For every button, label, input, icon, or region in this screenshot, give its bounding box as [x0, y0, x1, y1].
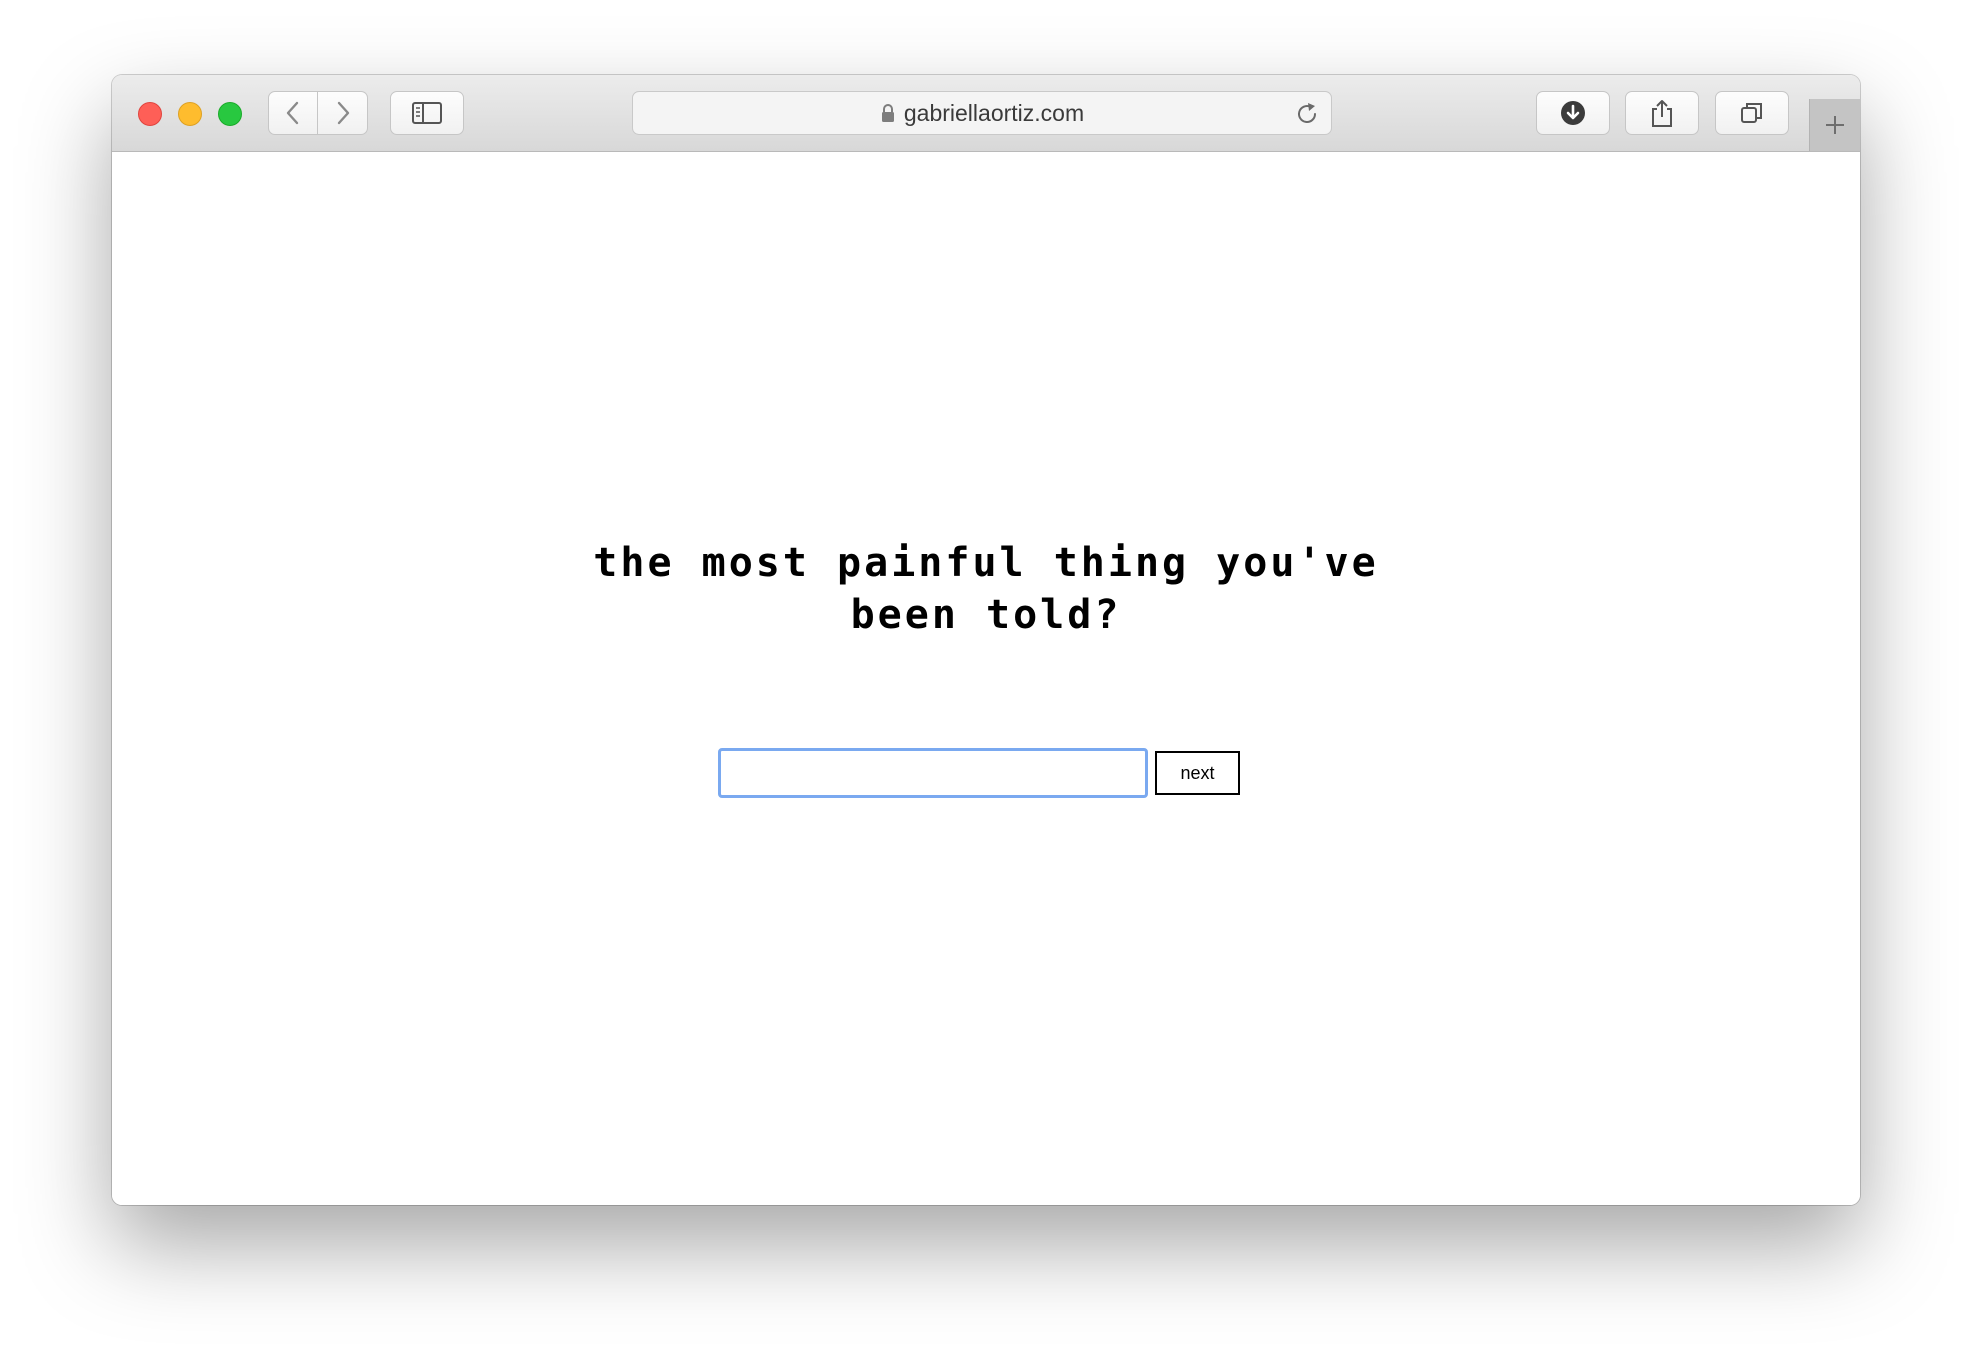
plus-icon — [1826, 116, 1844, 134]
maximize-window-button[interactable] — [218, 102, 242, 126]
back-button[interactable] — [268, 91, 318, 135]
page-content: the most painful thing you've been told?… — [112, 152, 1860, 1205]
forward-button[interactable] — [318, 91, 368, 135]
downloads-button[interactable] — [1536, 91, 1610, 135]
share-button[interactable] — [1625, 91, 1699, 135]
url-text: gabriellaortiz.com — [903, 99, 1085, 126]
answer-input[interactable] — [718, 748, 1148, 798]
browser-window: gabriellaortiz.com the most painful thin… — [112, 75, 1860, 1205]
address-bar[interactable]: gabriellaortiz.com — [632, 91, 1332, 135]
browser-toolbar: gabriellaortiz.com — [112, 75, 1860, 152]
chevron-left-icon — [286, 101, 299, 125]
question-heading: the most painful thing you've been told? — [593, 540, 1379, 638]
new-tab-button[interactable] — [1809, 99, 1860, 151]
tabs-overview-icon — [1741, 103, 1762, 123]
lock-icon — [881, 104, 894, 122]
download-icon — [1561, 101, 1585, 125]
close-window-button[interactable] — [138, 102, 162, 126]
share-icon — [1652, 100, 1672, 127]
next-button[interactable]: next — [1155, 751, 1240, 795]
minimize-window-button[interactable] — [178, 102, 202, 126]
sidebar-icon — [412, 102, 442, 124]
sidebar-toggle-button[interactable] — [390, 91, 464, 135]
reload-button[interactable] — [1293, 100, 1321, 128]
tab-overview-button[interactable] — [1715, 91, 1789, 135]
chevron-right-icon — [337, 101, 349, 125]
reload-icon — [1298, 103, 1316, 123]
